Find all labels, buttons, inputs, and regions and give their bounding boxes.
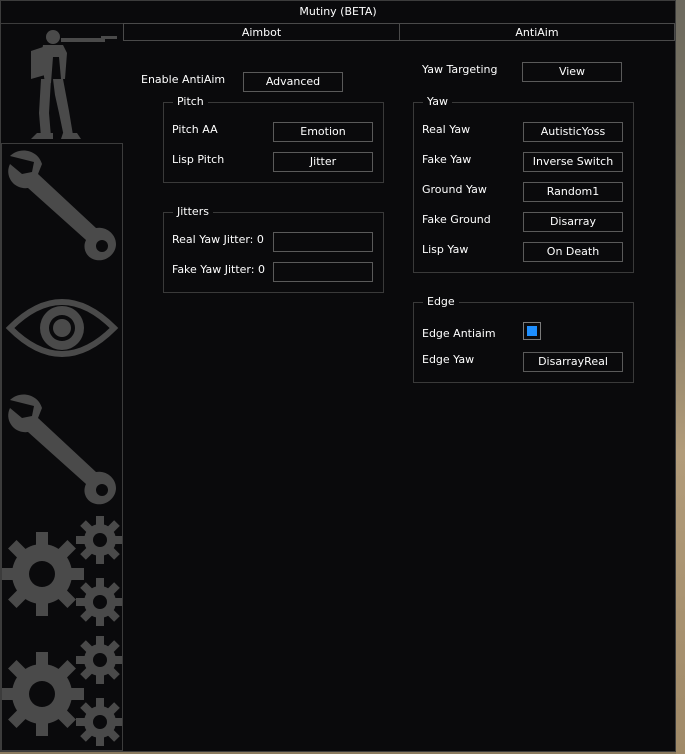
pitch-group-title: Pitch <box>173 96 208 108</box>
gears-icon <box>2 636 122 746</box>
edge-group-title: Edge <box>423 296 459 308</box>
lisp-pitch-label: Lisp Pitch <box>172 153 225 166</box>
jitters-group-title: Jitters <box>173 206 213 218</box>
cheat-menu-window: Mutiny (BETA) Aimbot AntiAim Enable Anti… <box>0 0 676 752</box>
lisp-yaw-dropdown[interactable]: On Death <box>523 242 623 262</box>
sidebar <box>1 143 123 751</box>
soldier-icon <box>31 30 117 139</box>
enable-antiaim-label: Enable AntiAim <box>141 73 226 86</box>
fake-yaw-dropdown[interactable]: Inverse Switch <box>523 152 623 172</box>
real-yaw-jitter-slider[interactable] <box>273 232 373 252</box>
fake-yaw-label: Fake Yaw <box>422 153 472 166</box>
wrench-icon <box>8 394 116 505</box>
sidebar-item-gears-1[interactable] <box>2 510 122 630</box>
real-yaw-dropdown[interactable]: AutisticYoss <box>523 122 623 142</box>
sidebar-item-gears-2[interactable] <box>2 630 122 750</box>
tab-antiaim[interactable]: AntiAim <box>399 23 675 41</box>
sidebar-item-soldier[interactable] <box>1 23 123 143</box>
lisp-pitch-dropdown[interactable]: Jitter <box>273 152 373 172</box>
window-title: Mutiny (BETA) <box>1 1 675 24</box>
fake-ground-label: Fake Ground <box>422 213 491 226</box>
yaw-targeting-label: Yaw Targeting <box>422 63 498 76</box>
fake-yaw-jitter-label: Fake Yaw Jitter: 0 <box>172 263 265 276</box>
tab-aimbot[interactable]: Aimbot <box>123 23 400 41</box>
edge-antiaim-checkbox-fill <box>527 326 537 336</box>
game-background <box>676 0 685 754</box>
yaw-group-title: Yaw <box>423 96 452 108</box>
lisp-yaw-label: Lisp Yaw <box>422 243 469 256</box>
pitch-aa-dropdown[interactable]: Emotion <box>273 122 373 142</box>
real-yaw-jitter-label: Real Yaw Jitter: 0 <box>172 233 264 246</box>
gears-icon <box>2 516 122 626</box>
sidebar-item-wrench-2[interactable] <box>2 388 122 510</box>
eye-icon <box>5 299 119 357</box>
real-yaw-label: Real Yaw <box>422 123 471 136</box>
edge-yaw-label: Edge Yaw <box>422 353 475 366</box>
sidebar-item-wrench-1[interactable] <box>2 144 122 266</box>
edge-yaw-dropdown[interactable]: DisarrayReal <box>523 352 623 372</box>
fake-ground-dropdown[interactable]: Disarray <box>523 212 623 232</box>
fake-yaw-jitter-slider[interactable] <box>273 262 373 282</box>
edge-antiaim-label: Edge Antiaim <box>422 327 496 340</box>
yaw-targeting-dropdown[interactable]: View <box>522 62 622 82</box>
sidebar-item-eye[interactable] <box>2 266 122 388</box>
edge-antiaim-checkbox[interactable] <box>523 322 541 340</box>
tab-bar: Aimbot AntiAim <box>123 23 675 42</box>
ground-yaw-label: Ground Yaw <box>422 183 487 196</box>
pitch-aa-label: Pitch AA <box>172 123 218 136</box>
enable-antiaim-dropdown[interactable]: Advanced <box>243 72 343 92</box>
ground-yaw-dropdown[interactable]: Random1 <box>523 182 623 202</box>
wrench-icon <box>8 150 116 261</box>
